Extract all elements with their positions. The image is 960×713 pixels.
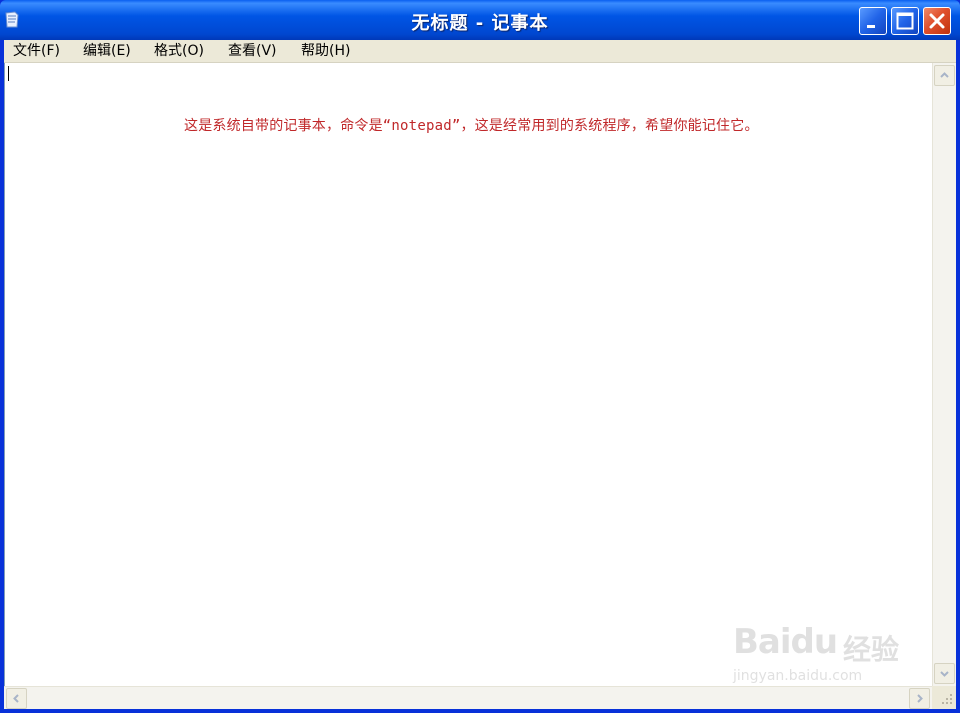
close-button[interactable]: [923, 7, 951, 35]
resize-grip-icon: [942, 694, 952, 704]
scroll-left-button[interactable]: [6, 688, 27, 709]
editor-text: 这是系统自带的记事本，命令是“notepad”，这是经常用到的系统程序，希望你能…: [184, 118, 759, 134]
watermark-url: jingyan.baidu.com: [733, 668, 863, 684]
minimize-button[interactable]: [859, 7, 887, 35]
menu-view[interactable]: 查看(V): [226, 42, 279, 60]
maximize-button[interactable]: [891, 7, 919, 35]
arrow-down-icon: [940, 671, 949, 677]
text-caret: [8, 66, 9, 81]
menu-bar: 文件(F) 编辑(E) 格式(O) 查看(V) 帮助(H): [4, 40, 956, 63]
menu-format[interactable]: 格式(O): [152, 42, 206, 60]
arrow-left-icon: [13, 694, 19, 703]
vertical-scrollbar[interactable]: [932, 63, 956, 686]
scroll-right-button[interactable]: [909, 688, 930, 709]
menu-edit[interactable]: 编辑(E): [81, 42, 133, 60]
horizontal-scrollbar[interactable]: [4, 686, 932, 709]
scroll-down-button[interactable]: [934, 663, 955, 684]
minimize-icon: [867, 25, 875, 28]
menu-help[interactable]: 帮助(H): [299, 42, 352, 60]
scroll-up-button[interactable]: [934, 65, 955, 86]
window-title: 无标题 - 记事本: [411, 13, 549, 34]
watermark-brand-cn: 经验: [843, 633, 900, 666]
baidu-watermark: Baidu 经验 jingyan.baidu.com: [733, 608, 913, 688]
close-icon: [929, 13, 945, 29]
text-editor[interactable]: [4, 63, 932, 686]
arrow-up-icon: [940, 72, 949, 78]
maximize-icon: [896, 12, 914, 30]
menu-file[interactable]: 文件(F): [11, 42, 62, 60]
arrow-right-icon: [917, 694, 923, 703]
watermark-brand: Baidu: [733, 622, 838, 662]
notepad-window: 无标题 - 记事本 文件(F) 编辑(E) 格式(O) 查看(V) 帮助(H): [0, 0, 960, 713]
title-bar[interactable]: 无标题 - 记事本: [0, 0, 960, 40]
resize-grip[interactable]: [932, 686, 956, 709]
